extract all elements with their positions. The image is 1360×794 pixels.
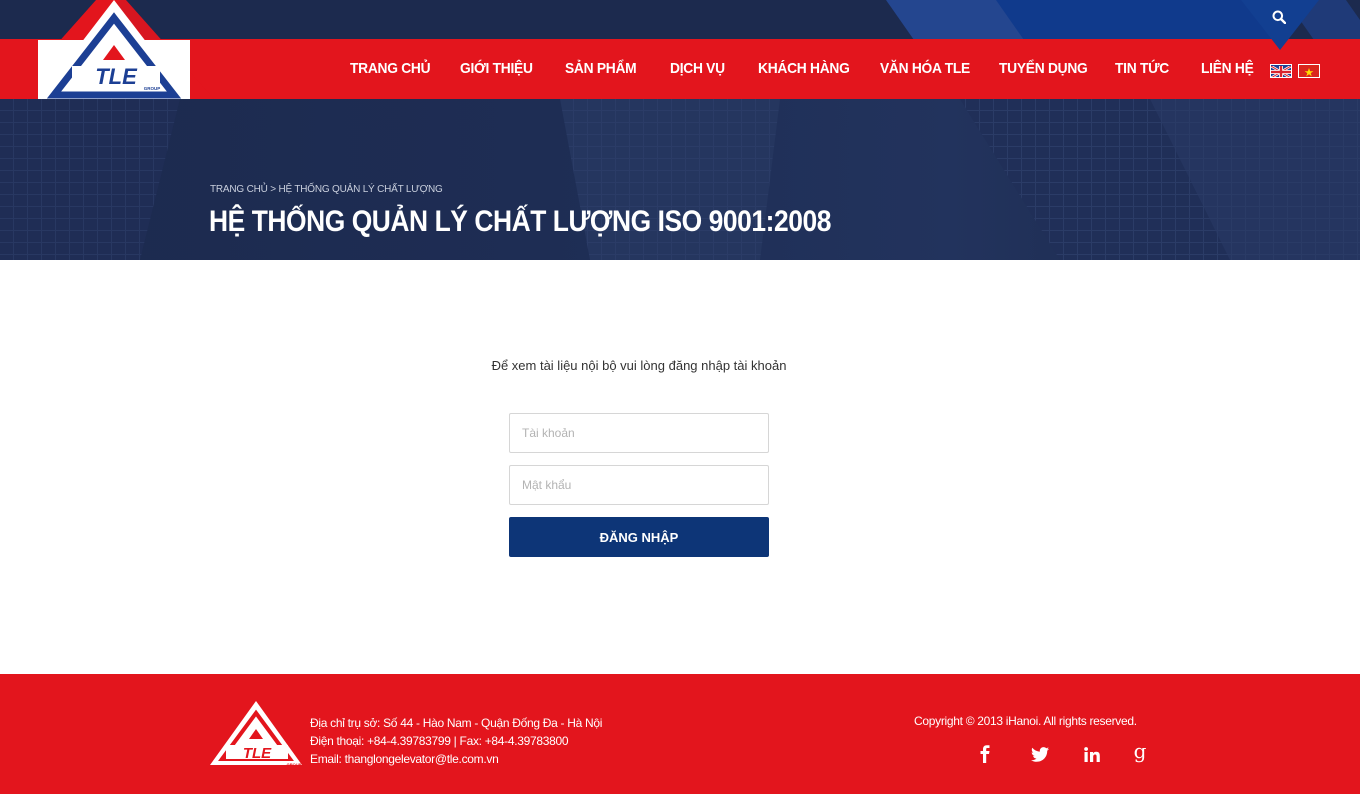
nav-item-contact[interactable]: LIÊN HỆ [1201,60,1254,77]
search-button[interactable] [1241,0,1319,50]
nav-item-products[interactable]: SẢN PHẨM [565,60,637,77]
breadcrumb-home-link[interactable]: TRANG CHỦ [210,184,268,195]
google-plus-icon: g [1134,744,1147,763]
logo-text: TLE [95,64,138,89]
footer-address: Địa chỉ trụ sở: Số 44 - Hào Nam - Quận Đ… [310,716,603,730]
uk-flag-icon [1271,65,1291,77]
vietnam-flag-icon [1299,66,1319,77]
linkedin-icon [1084,746,1100,762]
breadcrumb: TRANG CHỦ > HỆ THỐNG QUẢN LÝ CHẤT LƯỢNG [210,184,443,195]
page-banner: TRANG CHỦ > HỆ THỐNG QUẢN LÝ CHẤT LƯỢNG … [0,99,1360,260]
search-icon [1272,10,1287,29]
nav-item-about[interactable]: GIỚI THIỆU [460,60,533,77]
facebook-icon [980,745,990,763]
nav-item-news[interactable]: TIN TỨC [1115,60,1169,77]
nav-item-services[interactable]: DỊCH VỤ [670,60,725,77]
username-input[interactable] [509,413,769,453]
footer-email[interactable]: Email: thanglongelevator@tle.com.vn [310,750,602,768]
logo-subtext: GROUP [144,86,161,91]
facebook-link[interactable] [973,742,997,766]
footer-logo-subtext: GROUP [287,762,302,767]
nav-item-customers[interactable]: KHÁCH HÀNG [758,60,850,77]
footer-logo-text: TLE [243,745,272,762]
footer-logo[interactable]: TLE GROUP [208,699,304,774]
password-input[interactable] [509,465,769,505]
twitter-icon [1031,746,1049,762]
breadcrumb-separator: > [267,184,279,195]
breadcrumb-current: HỆ THỐNG QUẢN LÝ CHẤT LƯỢNG [278,184,443,195]
site-logo[interactable]: TLE GROUP [0,0,220,99]
company-contact-info: Địa chỉ trụ sở: Số 44 - Hào Nam - Quận Đ… [310,714,602,768]
login-notice: Để xem tài liệu nội bộ vui lòng đăng nhậ… [491,358,787,373]
footer-phone: Điện thoại: +84-4.39783799 | Fax: +84-4.… [310,734,569,748]
vietnamese-language-button[interactable] [1298,64,1320,78]
site-footer: TLE GROUP Địa chỉ trụ sở: Số 44 - Hào Na… [0,674,1360,794]
linkedin-link[interactable] [1080,742,1104,766]
page-title: HỆ THỐNG QUẢN LÝ CHẤT LƯỢNG ISO 9001:200… [209,205,831,238]
english-language-button[interactable] [1270,64,1292,78]
nav-item-home[interactable]: TRANG CHỦ [350,60,431,77]
login-button[interactable]: ĐĂNG NHẬP [509,517,769,557]
copyright-text: Copyright © 2013 iHanoi. All rights rese… [914,714,1137,728]
svg-text:g: g [1134,744,1147,763]
nav-item-culture[interactable]: VĂN HÓA TLE [880,60,970,77]
twitter-link[interactable] [1028,742,1052,766]
nav-item-careers[interactable]: TUYỂN DỤNG [999,60,1088,77]
google-plus-link[interactable]: g [1128,742,1152,766]
